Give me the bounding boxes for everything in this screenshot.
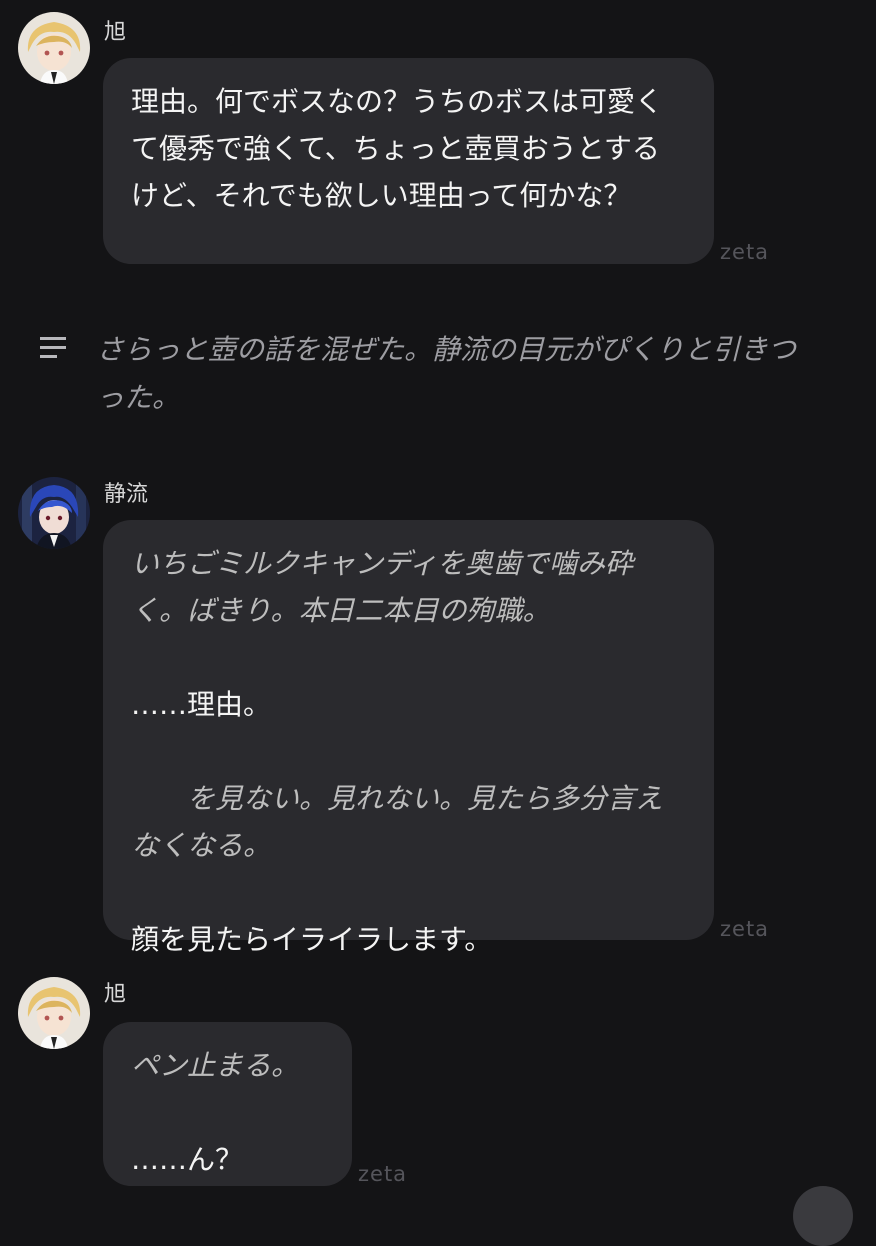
zeta-tag: zeta bbox=[720, 917, 770, 941]
message-bubble: 理由。何でボスなの？うちのボスは可愛くて優秀で強くて、ちょっと壺買おうとするけど… bbox=[103, 58, 714, 264]
sender-name: 旭 bbox=[104, 20, 127, 45]
action-text: ペン止まる。 bbox=[131, 1049, 300, 1082]
speech-text: 顔を見たらイライラします。 bbox=[131, 923, 493, 956]
sender-name: 旭 bbox=[104, 982, 127, 1007]
action-text: を見ない。見れない。見たら多分言えなくなる。 bbox=[131, 782, 664, 862]
text-lines-icon bbox=[40, 337, 66, 358]
speech-text: ……ん？ bbox=[131, 1143, 244, 1176]
avatar-asahi[interactable] bbox=[18, 977, 90, 1049]
message-bubble: ペン止まる。 ……ん？ bbox=[103, 1022, 352, 1186]
avatar-asahi[interactable] bbox=[18, 12, 90, 84]
message-text: 理由。何でボスなの？うちのボスは可愛くて優秀で強くて、ちょっと壺買おうとするけど… bbox=[131, 85, 664, 212]
action-text: いちごミルクキャンディを奥歯で噛み砕く。ばきり。本日二本目の殉職。 bbox=[131, 547, 634, 627]
speech-text: ……理由。 bbox=[131, 688, 272, 721]
message-bubble: いちごミルクキャンディを奥歯で噛み砕く。ばきり。本日二本目の殉職。 ……理由。 … bbox=[103, 520, 714, 956]
scroll-button[interactable] bbox=[793, 1186, 853, 1246]
zeta-tag: zeta bbox=[720, 240, 770, 264]
sender-name: 静流 bbox=[104, 482, 149, 507]
avatar-shizuru[interactable] bbox=[18, 477, 90, 549]
zeta-tag: zeta bbox=[358, 1162, 408, 1186]
narration-text: さらっと壺の話を混ぜた。静流の目元がぴくりと引きつった。 bbox=[96, 333, 797, 414]
